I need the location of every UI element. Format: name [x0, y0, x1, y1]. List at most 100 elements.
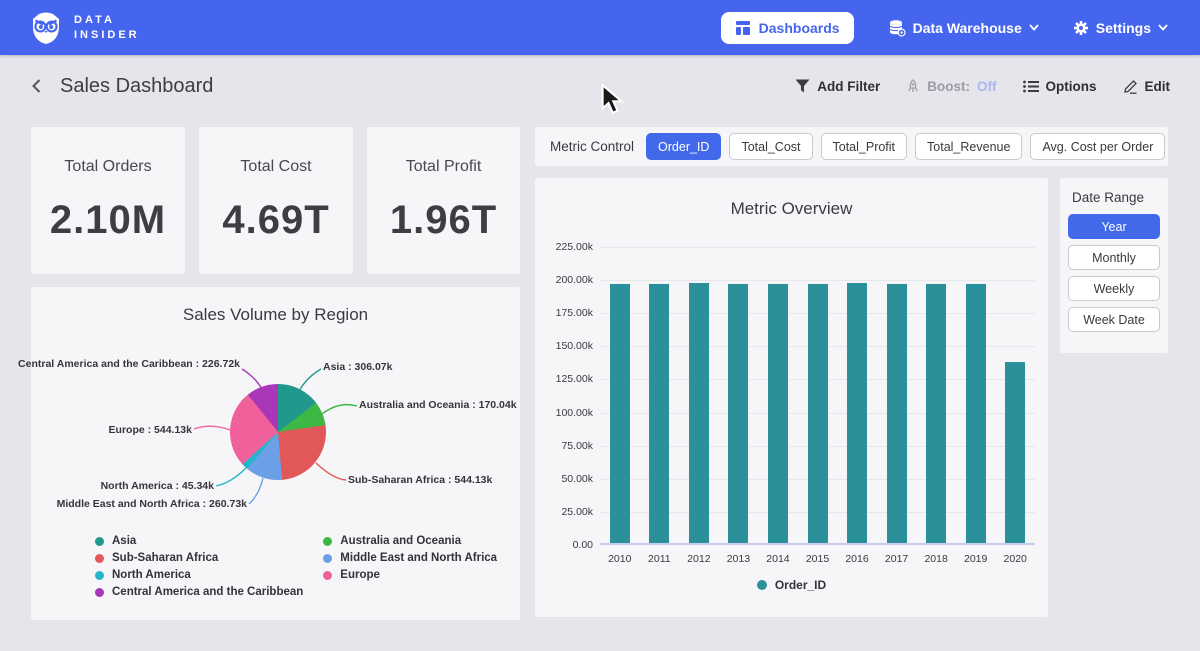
- x-tick-label-2013: 2013: [716, 553, 760, 565]
- bar-2019[interactable]: [966, 284, 986, 543]
- metric-option-total-revenue[interactable]: Total_Revenue: [915, 133, 1022, 160]
- x-tick-label-2019: 2019: [954, 553, 998, 565]
- bar-2014[interactable]: [768, 284, 788, 543]
- page-header: Sales Dashboard Add Filter Boost: Off: [0, 55, 1200, 117]
- brand-logo[interactable]: DATA INSIDER: [28, 10, 140, 46]
- date-range-option-week-date[interactable]: Week Date: [1068, 307, 1160, 332]
- date-range-option-year[interactable]: Year: [1068, 214, 1160, 239]
- y-tick-label: 0.00: [541, 539, 593, 551]
- legend-dot: [95, 588, 104, 597]
- database-icon: [888, 19, 906, 37]
- y-tick-label: 175.00k: [541, 307, 593, 319]
- legend-dot: [323, 554, 332, 563]
- kpi-card-total-orders: Total Orders 2.10M: [31, 127, 185, 274]
- gear-icon: [1073, 20, 1089, 36]
- legend-item-australia-and-oceania[interactable]: Australia and Oceania: [323, 535, 497, 547]
- kpi-label: Total Orders: [64, 158, 151, 176]
- bar-2012[interactable]: [689, 283, 709, 543]
- y-tick-label: 75.00k: [541, 440, 593, 452]
- options-button[interactable]: Options: [1023, 79, 1097, 94]
- pie-label-asia: Asia : 306.07k: [323, 361, 392, 373]
- gridline: [600, 280, 1035, 281]
- bar-2015[interactable]: [808, 284, 828, 543]
- metric-control-strip: Metric Control Order_ID Total_Cost Total_P…: [535, 127, 1168, 166]
- x-tick-label-2017: 2017: [875, 553, 919, 565]
- boost-toggle[interactable]: Boost: Off: [906, 79, 996, 94]
- y-tick-label: 125.00k: [541, 373, 593, 385]
- metric-control-label: Metric Control: [550, 139, 634, 154]
- legend-dot: [757, 580, 767, 590]
- legend-dot: [323, 537, 332, 546]
- x-tick-label-2018: 2018: [914, 553, 958, 565]
- legend-dot: [95, 537, 104, 546]
- date-range-buttons: Year Monthly Weekly Week Date: [1068, 214, 1160, 332]
- top-nav: DATA INSIDER Dashboards: [0, 0, 1200, 55]
- owl-logo-icon: [28, 10, 64, 46]
- legend-item-europe[interactable]: Europe: [323, 569, 497, 581]
- back-arrow-icon[interactable]: [28, 77, 46, 95]
- nav-settings[interactable]: Settings: [1073, 20, 1168, 36]
- pie-label-sub-saharan-africa: Sub-Saharan Africa : 544.13k: [348, 474, 492, 486]
- y-tick-label: 225.00k: [541, 241, 593, 253]
- date-range-option-monthly[interactable]: Monthly: [1068, 245, 1160, 270]
- kpi-card-total-cost: Total Cost 4.69T: [199, 127, 353, 274]
- pie-label-australia-oceania: Australia and Oceania : 170.04k: [359, 399, 517, 411]
- filter-funnel-icon: [795, 79, 810, 93]
- pie-label-central-america-caribbean: Central America and the Caribbean : 226.…: [18, 358, 240, 370]
- page-title: Sales Dashboard: [60, 75, 213, 98]
- metric-option-total-profit[interactable]: Total_Profit: [821, 133, 908, 160]
- bar-chart-legend: Order_ID: [535, 578, 1048, 592]
- chevron-down-icon: [1029, 24, 1039, 31]
- kpi-label: Total Profit: [406, 158, 482, 176]
- legend-item-asia[interactable]: Asia: [95, 535, 303, 547]
- nav-dashboards-button[interactable]: Dashboards: [721, 12, 854, 44]
- date-range-label: Date Range: [1072, 190, 1160, 205]
- pie-chart-panel: Sales Volume by Region Asia : 306.07k Au…: [31, 287, 520, 620]
- x-tick-label-2012: 2012: [677, 553, 721, 565]
- pie-chart[interactable]: [230, 384, 326, 480]
- gridline: [600, 247, 1035, 248]
- legend-item-north-america[interactable]: North America: [95, 569, 303, 581]
- chevron-down-icon: [1158, 24, 1168, 31]
- boost-rocket-icon: [906, 79, 920, 94]
- legend-item-sub-saharan-africa[interactable]: Sub-Saharan Africa: [95, 552, 303, 564]
- metric-control-buttons: Order_ID Total_Cost Total_Profit Total_Reve…: [646, 133, 1165, 160]
- kpi-value: 4.69T: [222, 198, 329, 243]
- x-tick-label-2016: 2016: [835, 553, 879, 565]
- legend-item-middle-east-and-north-africa[interactable]: Middle East and North Africa: [323, 552, 497, 564]
- legend-dot: [323, 571, 332, 580]
- y-tick-label: 50.00k: [541, 473, 593, 485]
- pie-chart-title: Sales Volume by Region: [31, 305, 520, 325]
- y-tick-label: 25.00k: [541, 506, 593, 518]
- kpi-value: 1.96T: [390, 198, 497, 243]
- x-tick-label-2014: 2014: [756, 553, 800, 565]
- x-tick-label-2010: 2010: [598, 553, 642, 565]
- options-list-icon: [1023, 80, 1039, 93]
- brand-name: DATA INSIDER: [74, 13, 140, 43]
- x-tick-label-2015: 2015: [796, 553, 840, 565]
- date-range-option-weekly[interactable]: Weekly: [1068, 276, 1160, 301]
- bar-2010[interactable]: [610, 284, 630, 543]
- y-tick-label: 100.00k: [541, 407, 593, 419]
- kpi-value: 2.10M: [50, 198, 166, 243]
- legend-item-central-america-and-the-caribbean[interactable]: Central America and the Caribbean: [95, 586, 303, 598]
- pie-legend: Asia Sub-Saharan Africa North America Centr…: [95, 535, 497, 598]
- bar-2011[interactable]: [649, 284, 669, 543]
- edit-button[interactable]: Edit: [1123, 79, 1171, 94]
- metric-option-avg-cost-per-order[interactable]: Avg. Cost per Order: [1030, 133, 1165, 160]
- bar-2018[interactable]: [926, 284, 946, 543]
- boost-state: Off: [977, 79, 997, 94]
- edit-pencil-icon: [1123, 79, 1138, 94]
- bar-2013[interactable]: [728, 284, 748, 543]
- legend-dot: [95, 554, 104, 563]
- bar-chart-title: Metric Overview: [535, 199, 1048, 219]
- bar-2017[interactable]: [887, 284, 907, 543]
- metric-option-order-id[interactable]: Order_ID: [646, 133, 721, 160]
- kpi-label: Total Cost: [240, 158, 311, 176]
- metric-option-total-cost[interactable]: Total_Cost: [729, 133, 812, 160]
- add-filter-button[interactable]: Add Filter: [795, 79, 880, 94]
- bar-2020[interactable]: [1005, 362, 1025, 543]
- nav-data-warehouse[interactable]: Data Warehouse: [888, 19, 1039, 37]
- x-tick-label-2020: 2020: [993, 553, 1037, 565]
- bar-2016[interactable]: [847, 283, 867, 543]
